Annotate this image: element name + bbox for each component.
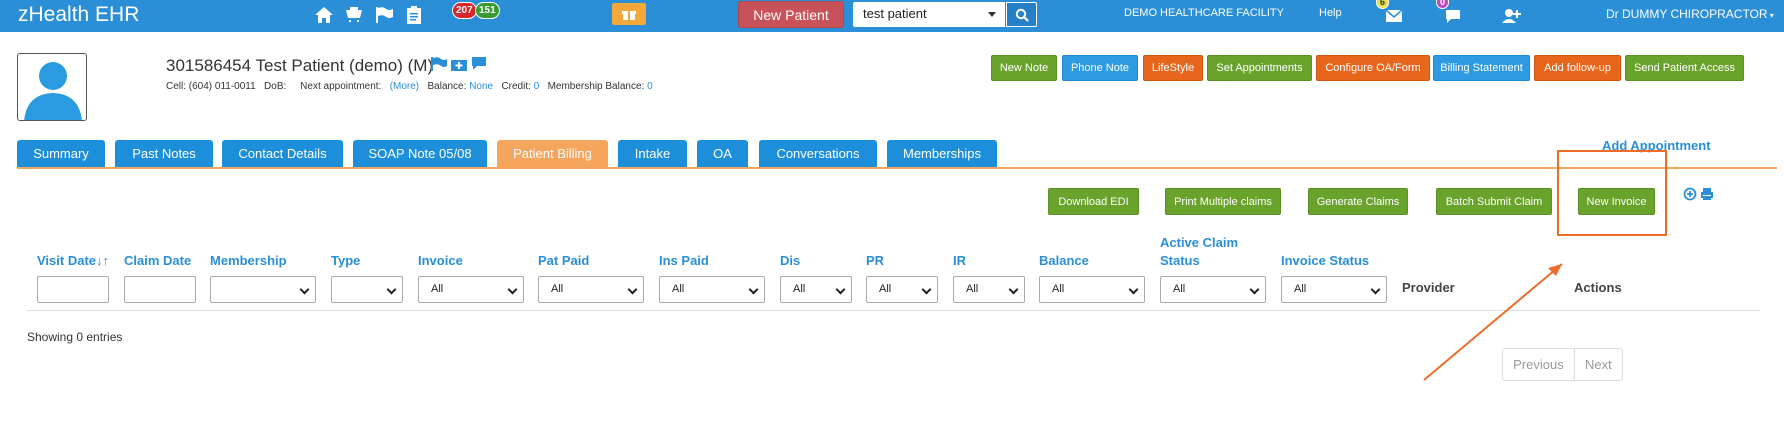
- col-pr[interactable]: PR: [866, 252, 884, 270]
- col-actions: Actions: [1574, 280, 1622, 295]
- tab-intake[interactable]: Intake: [618, 140, 687, 167]
- col-dis[interactable]: Dis: [780, 252, 800, 270]
- invoice-filter[interactable]: All: [418, 276, 524, 303]
- next-button[interactable]: Next: [1575, 349, 1622, 380]
- sort-icon: ↓↑: [96, 253, 110, 268]
- col-visit-date[interactable]: Visit Date↓↑: [37, 252, 109, 270]
- invoice-status-filter[interactable]: All: [1281, 276, 1387, 303]
- search-icon: [1015, 8, 1029, 22]
- col-type[interactable]: Type: [331, 252, 360, 270]
- pat-paid-filter[interactable]: All: [538, 276, 644, 303]
- more-link[interactable]: (More): [390, 81, 419, 92]
- tab-summary[interactable]: Summary: [17, 140, 105, 167]
- chevron-down-icon[interactable]: [988, 12, 996, 17]
- add-user-icon[interactable]: [1500, 5, 1522, 27]
- caret-down-icon: ▾: [1767, 11, 1774, 20]
- comment-icon[interactable]: [470, 56, 488, 77]
- facility-link[interactable]: DEMO HEALTHCARE FACILITY: [1124, 7, 1284, 19]
- highlight-box: [1557, 150, 1667, 236]
- tab-patient-billing[interactable]: Patient Billing: [497, 140, 608, 167]
- lifestyle-button[interactable]: LifeStyle: [1143, 55, 1203, 81]
- col-pat-paid[interactable]: Pat Paid: [538, 252, 589, 270]
- patient-info: Cell: (604) 011-0011 DoB: Next appointme…: [166, 81, 653, 92]
- download-edi-button[interactable]: Download EDI: [1048, 188, 1139, 215]
- print-icon[interactable]: [1700, 187, 1714, 201]
- print-multiple-claims-button[interactable]: Print Multiple claims: [1165, 188, 1281, 215]
- avatar: [17, 53, 87, 121]
- tab-past-notes[interactable]: Past Notes: [115, 140, 213, 167]
- tab-conversations[interactable]: Conversations: [759, 140, 877, 167]
- col-membership[interactable]: Membership: [210, 252, 287, 270]
- brand-logo[interactable]: zHealth EHR: [18, 3, 139, 27]
- balance-value[interactable]: None: [469, 81, 493, 92]
- plus-circle-icon[interactable]: [1683, 187, 1697, 201]
- col-ins-paid[interactable]: Ins Paid: [659, 252, 709, 270]
- col-ir[interactable]: IR: [953, 252, 966, 270]
- gift-icon[interactable]: [612, 3, 646, 25]
- patient-title: 301586454 Test Patient (demo) (M): [166, 56, 434, 75]
- new-patient-button[interactable]: New Patient: [738, 1, 844, 28]
- help-link[interactable]: Help: [1319, 7, 1342, 19]
- set-appointments-button[interactable]: Set Appointments: [1207, 55, 1312, 81]
- flag-icon[interactable]: [430, 56, 448, 77]
- configure-oa-form-button[interactable]: Configure OA/Form: [1316, 55, 1430, 81]
- col-claim-date[interactable]: Claim Date: [124, 252, 191, 270]
- annotation-arrow: [1423, 263, 1563, 381]
- ir-filter[interactable]: All: [953, 276, 1025, 303]
- tab-underline: [17, 167, 1777, 169]
- tab-contact-details[interactable]: Contact Details: [222, 140, 343, 167]
- alerts-badge[interactable]: 207: [452, 2, 477, 19]
- ins-paid-filter[interactable]: All: [659, 276, 765, 303]
- col-invoice[interactable]: Invoice: [418, 252, 463, 270]
- visit-date-filter[interactable]: [37, 276, 109, 303]
- tasks-badge[interactable]: 151: [475, 2, 500, 19]
- user-menu[interactable]: Dr DUMMY CHIROPRACTOR ▾: [1606, 7, 1774, 21]
- entries-count: Showing 0 entries: [27, 330, 123, 344]
- credit-value[interactable]: 0: [534, 81, 540, 92]
- membership-filter[interactable]: [210, 276, 316, 303]
- new-note-button[interactable]: New Note: [991, 55, 1057, 81]
- tab-memberships[interactable]: Memberships: [887, 140, 997, 167]
- batch-submit-claim-button[interactable]: Batch Submit Claim: [1436, 188, 1552, 215]
- type-filter[interactable]: [331, 276, 403, 303]
- pr-filter[interactable]: All: [866, 276, 938, 303]
- dis-filter[interactable]: All: [780, 276, 852, 303]
- hospital-icon[interactable]: [450, 56, 468, 77]
- balance-filter[interactable]: All: [1039, 276, 1145, 303]
- col-active-claim-status[interactable]: Active Claim Status: [1160, 234, 1238, 270]
- col-invoice-status[interactable]: Invoice Status: [1281, 252, 1369, 270]
- generate-claims-button[interactable]: Generate Claims: [1308, 188, 1408, 215]
- send-patient-access-button[interactable]: Send Patient Access: [1625, 55, 1744, 81]
- flag-icon[interactable]: [373, 4, 395, 26]
- claim-date-filter[interactable]: [124, 276, 196, 303]
- search-button[interactable]: [1006, 2, 1037, 27]
- add-follow-up-button[interactable]: Add follow-up: [1534, 55, 1621, 81]
- top-bar: zHealth EHR 207 151 New Patient test pat…: [0, 0, 1784, 32]
- membership-balance-value[interactable]: 0: [647, 81, 653, 92]
- phone-note-button[interactable]: Phone Note: [1062, 55, 1138, 81]
- home-icon[interactable]: [313, 4, 335, 26]
- col-balance[interactable]: Balance: [1039, 252, 1089, 270]
- billing-statement-button[interactable]: Billing Statement: [1433, 55, 1530, 81]
- patient-search-input[interactable]: test patient: [853, 2, 1005, 27]
- mail-icon[interactable]: [1383, 5, 1405, 27]
- active-claim-status-filter[interactable]: All: [1160, 276, 1266, 303]
- cart-icon[interactable]: [343, 4, 365, 26]
- clipboard-icon[interactable]: [403, 4, 425, 26]
- tab-soap-note[interactable]: SOAP Note 05/08: [353, 140, 487, 167]
- tab-oa[interactable]: OA: [697, 140, 748, 167]
